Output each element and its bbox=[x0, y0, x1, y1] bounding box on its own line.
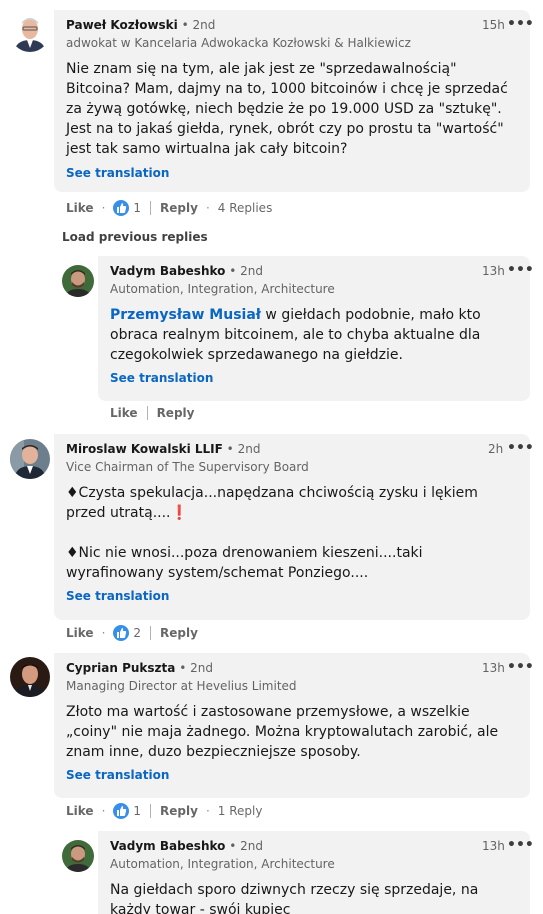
replies-count-link[interactable]: 4 Replies bbox=[218, 201, 273, 215]
comment-actions: Like · 1 Reply · 4 Replies bbox=[66, 200, 272, 216]
separator: · bbox=[205, 804, 210, 818]
avatar[interactable] bbox=[10, 657, 50, 697]
commenter-name[interactable]: Cyprian Pukszta bbox=[66, 661, 175, 675]
like-reaction-icon[interactable] bbox=[113, 803, 130, 819]
separator: · bbox=[205, 201, 210, 215]
commenter-name[interactable]: Miroslaw Kowalski LLIF bbox=[66, 442, 223, 456]
see-translation-link[interactable]: See translation bbox=[66, 166, 169, 180]
more-options-icon[interactable]: ••• bbox=[507, 837, 534, 853]
comment-actions: Like Reply bbox=[110, 406, 194, 420]
separator: · bbox=[101, 626, 106, 640]
reply-button[interactable]: Reply bbox=[157, 406, 195, 420]
divider bbox=[150, 201, 152, 215]
commenter-headline: Automation, Integration, Architecture bbox=[110, 857, 335, 871]
avatar[interactable] bbox=[10, 12, 50, 52]
comment-text: ♦Czysta spekulacja...napędzana chciwości… bbox=[66, 485, 478, 521]
comment-text: ♦Nic nie wnosi...poza drenowaniem kiesze… bbox=[66, 545, 423, 581]
like-button[interactable]: Like bbox=[66, 201, 94, 215]
more-options-icon[interactable]: ••• bbox=[507, 659, 534, 675]
like-button[interactable]: Like bbox=[66, 804, 94, 818]
see-translation-link[interactable]: See translation bbox=[66, 768, 169, 782]
comment-text: Przemysław Musiał w giełdach podobnie, m… bbox=[110, 307, 481, 363]
replies-count-link[interactable]: 1 Reply bbox=[218, 804, 263, 818]
comment-time: 13h bbox=[482, 661, 505, 675]
load-previous-replies-button[interactable]: Load previous replies bbox=[62, 230, 208, 244]
commenter-headline: Managing Director at Hevelius Limited bbox=[66, 679, 297, 693]
reply-button[interactable]: Reply bbox=[160, 201, 198, 215]
reaction-count[interactable]: 1 bbox=[133, 201, 141, 215]
divider bbox=[146, 406, 148, 420]
reaction-count[interactable]: 1 bbox=[133, 804, 141, 818]
avatar[interactable] bbox=[10, 439, 50, 479]
like-reaction-icon[interactable] bbox=[113, 625, 130, 641]
more-options-icon[interactable]: ••• bbox=[507, 262, 534, 278]
commenter-name[interactable]: Vadym Babeshko bbox=[110, 264, 225, 278]
more-options-icon[interactable]: ••• bbox=[507, 16, 534, 32]
reply-button[interactable]: Reply bbox=[160, 804, 198, 818]
like-button[interactable]: Like bbox=[110, 406, 138, 420]
exclamation-icon: ❗ bbox=[170, 505, 188, 521]
comment-text: Nie znam się na tym, ale jak jest ze "sp… bbox=[66, 61, 508, 157]
comment-bubble: Cyprian Pukszta • 2nd Managing Director … bbox=[54, 653, 534, 798]
like-reaction-icon[interactable] bbox=[113, 200, 130, 216]
comment-actions: Like · 1 Reply · 1 Reply bbox=[66, 803, 262, 819]
comment-bubble: Paweł Kozłowski • 2nd adwokat w Kancelar… bbox=[54, 10, 534, 192]
comment-bubble: Vadym Babeshko • 2nd Automation, Integra… bbox=[98, 256, 534, 401]
comment-bubble: Vadym Babeshko • 2nd Automation, Integra… bbox=[98, 831, 534, 914]
comment-time: 13h bbox=[482, 839, 505, 853]
like-button[interactable]: Like bbox=[66, 626, 94, 640]
divider bbox=[150, 804, 152, 818]
connection-degree: • 2nd bbox=[179, 661, 213, 675]
connection-degree: • 2nd bbox=[229, 839, 263, 853]
comment-time: 13h bbox=[482, 264, 505, 278]
see-translation-link[interactable]: See translation bbox=[110, 371, 213, 385]
commenter-headline: Vice Chairman of The Supervisory Board bbox=[66, 460, 309, 474]
comment-time: 15h bbox=[482, 18, 505, 32]
divider bbox=[150, 626, 152, 640]
commenter-name[interactable]: Vadym Babeshko bbox=[110, 839, 225, 853]
commenter-name[interactable]: Paweł Kozłowski bbox=[66, 18, 178, 32]
see-translation-link[interactable]: See translation bbox=[66, 589, 169, 603]
comment-text: Złoto ma wartość i zastosowane przemysło… bbox=[66, 704, 499, 760]
comment-time: 2h bbox=[488, 442, 504, 456]
connection-degree: • 2nd bbox=[229, 264, 263, 278]
comment-text: Na giełdach sporo dziwnych rzeczy się sp… bbox=[110, 882, 479, 914]
connection-degree: • 2nd bbox=[226, 442, 261, 456]
commenter-headline: Automation, Integration, Architecture bbox=[110, 282, 335, 296]
avatar[interactable] bbox=[62, 840, 94, 872]
separator: · bbox=[101, 201, 106, 215]
more-options-icon[interactable]: ••• bbox=[507, 440, 534, 456]
separator: · bbox=[101, 804, 106, 818]
commenter-headline: adwokat w Kancelaria Adwokacka Kozłowski… bbox=[66, 36, 411, 50]
connection-degree: • 2nd bbox=[181, 18, 216, 32]
reply-button[interactable]: Reply bbox=[160, 626, 198, 640]
avatar[interactable] bbox=[62, 265, 94, 297]
reaction-count[interactable]: 2 bbox=[133, 626, 141, 640]
comment-actions: Like · 2 Reply bbox=[66, 625, 198, 641]
comment-bubble: Miroslaw Kowalski LLIF • 2nd Vice Chairm… bbox=[54, 434, 534, 620]
mention-link[interactable]: Przemysław Musiał bbox=[110, 307, 261, 323]
